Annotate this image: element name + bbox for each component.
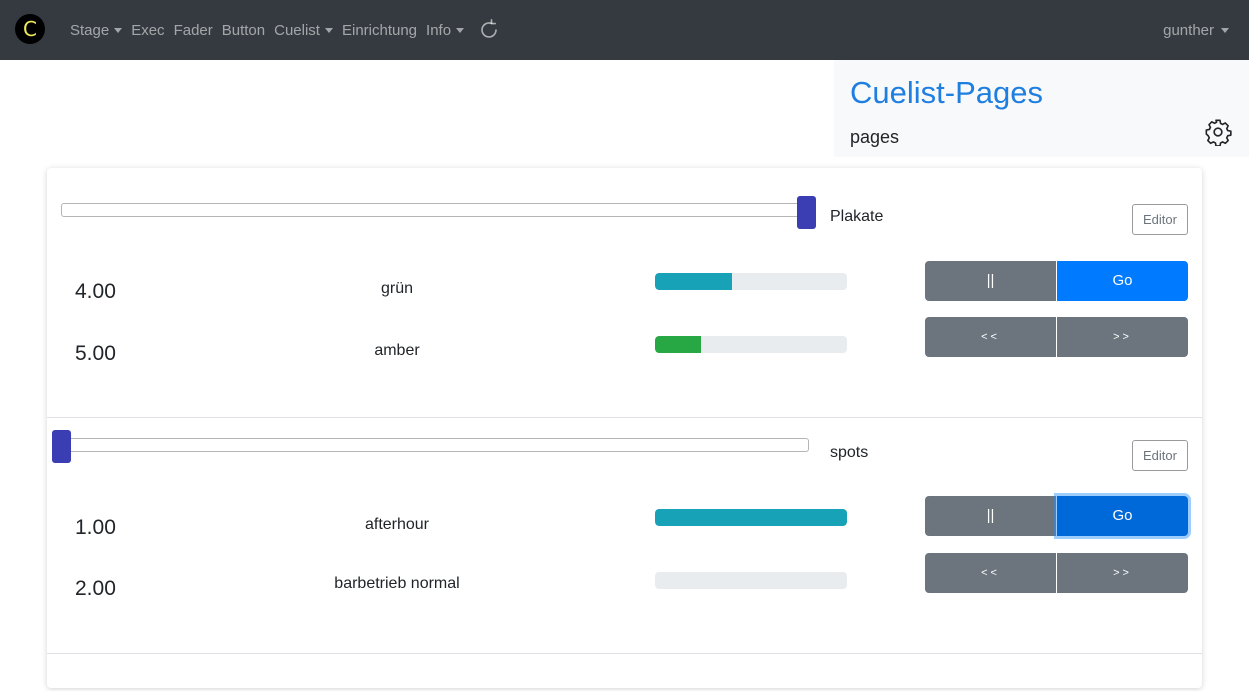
fader-thumb[interactable]	[797, 196, 816, 229]
caret-down-icon	[1221, 28, 1229, 33]
cue-name: afterhour	[364, 516, 430, 533]
nav-item-label: Stage	[70, 21, 110, 39]
prev-cue-button[interactable]: <<	[925, 553, 1056, 593]
cuelist-name: Plakate	[830, 208, 884, 225]
cue-number: 4.00	[75, 280, 116, 303]
user-name: gunther	[1163, 21, 1214, 39]
caret-down-icon	[456, 28, 465, 33]
caret-down-icon	[114, 28, 123, 33]
caret-down-icon	[324, 28, 333, 33]
nav-item-stage[interactable]: Stage	[70, 21, 123, 39]
gear-icon[interactable]	[1204, 118, 1232, 146]
nav-item-exec[interactable]: Exec	[131, 22, 164, 39]
cue-progress-fill	[655, 273, 732, 290]
cue-progress-fill	[655, 336, 702, 353]
user-menu[interactable]: gunther	[1163, 0, 1229, 60]
nav-item-button[interactable]: Button	[222, 22, 265, 39]
fader-slider[interactable]	[61, 438, 809, 452]
nav-item-fader[interactable]: Fader	[174, 22, 213, 39]
cue-progress-bar	[655, 572, 847, 589]
fader-slider[interactable]	[61, 203, 809, 217]
cuelist-section: Plakate Editor 4.00 grün 5.00 amber || G…	[47, 168, 1202, 418]
pause-button[interactable]: ||	[925, 496, 1056, 536]
cue-name: amber	[374, 342, 420, 359]
cuelist-section: spots Editor 1.00 afterhour 2.00 barbetr…	[47, 418, 1202, 654]
reload-icon[interactable]	[477, 18, 501, 42]
nav-item-label: Info	[426, 21, 452, 39]
nav-item-label: Exec	[131, 21, 165, 39]
next-cue-button[interactable]: >>	[1057, 553, 1188, 593]
nav-item-label: Einrichtung	[341, 21, 418, 39]
cue-progress-fill	[655, 509, 847, 526]
cuelist-name: spots	[830, 444, 869, 461]
go-button[interactable]: Go	[1057, 261, 1188, 301]
nav-item-label: Fader	[173, 21, 213, 39]
fader-thumb[interactable]	[52, 430, 71, 463]
cuelist-card: Plakate Editor 4.00 grün 5.00 amber || G…	[47, 168, 1202, 688]
cue-progress-bar	[655, 509, 847, 526]
nav-item-label: Button	[221, 21, 266, 39]
go-button[interactable]: Go	[1057, 496, 1188, 536]
editor-button[interactable]: Editor	[1132, 440, 1188, 471]
nav-item-einrichtung[interactable]: Einrichtung	[342, 22, 417, 39]
cue-progress-bar	[655, 336, 847, 353]
page-title: Cuelist-Pages	[850, 75, 1043, 110]
pause-button[interactable]: ||	[925, 261, 1056, 301]
cue-progress-bar	[655, 273, 847, 290]
nav-item-label: Cuelist	[274, 21, 320, 39]
editor-button[interactable]: Editor	[1132, 204, 1188, 235]
nav-item-cuelist[interactable]: Cuelist	[274, 22, 333, 39]
cue-number: 2.00	[75, 577, 116, 600]
cue-number: 1.00	[75, 516, 116, 539]
nav-menu: Stage Exec Fader Button Cuelist Einricht…	[70, 0, 501, 60]
cue-number: 5.00	[75, 342, 116, 365]
navbar: C Stage Exec Fader Button Cuelist Einric…	[0, 0, 1249, 60]
cue-name: barbetrieb normal	[334, 575, 460, 592]
page-header: Cuelist-Pages pages	[834, 60, 1249, 157]
brand-logo[interactable]: C	[15, 14, 45, 44]
next-cue-button[interactable]: >>	[1057, 317, 1188, 357]
prev-cue-button[interactable]: <<	[925, 317, 1056, 357]
page-subtitle: pages	[850, 127, 900, 147]
nav-item-info[interactable]: Info	[426, 21, 465, 39]
cue-name: grün	[380, 280, 414, 297]
